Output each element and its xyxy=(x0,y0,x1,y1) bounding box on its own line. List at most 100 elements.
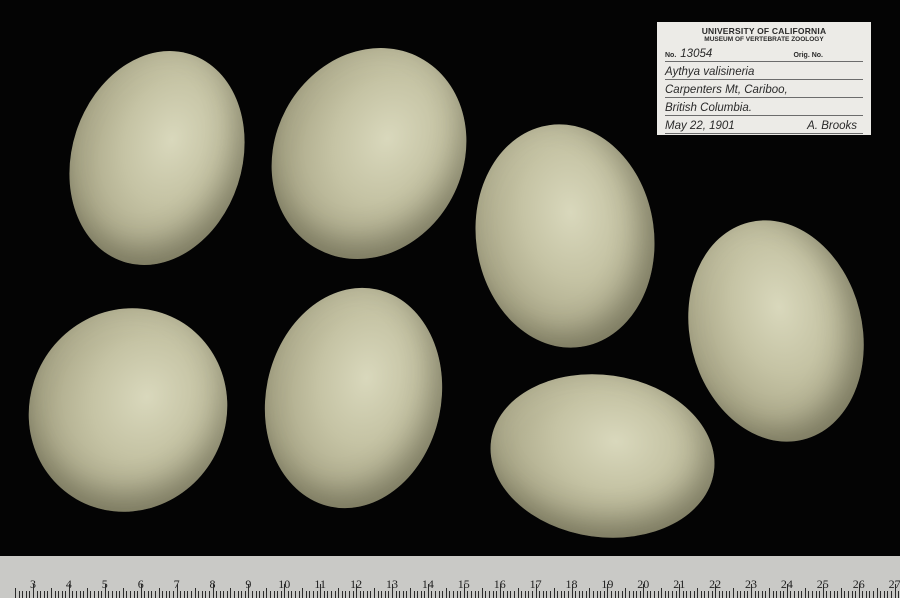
ruler-tick xyxy=(219,591,221,598)
ruler-tick xyxy=(298,591,300,598)
ruler-tick xyxy=(564,591,566,598)
ruler-tick xyxy=(409,588,411,598)
ruler-tick xyxy=(815,591,817,598)
ruler-tick xyxy=(503,591,505,598)
ruler-tick xyxy=(876,588,878,598)
ruler-tick xyxy=(844,591,846,598)
ruler-tick xyxy=(521,591,523,598)
ruler-tick xyxy=(251,591,253,598)
ruler-tick xyxy=(460,591,462,598)
ruler-tick xyxy=(445,588,447,598)
ruler-tick xyxy=(743,591,745,598)
ruler-tick xyxy=(277,591,279,598)
ruler-tick xyxy=(147,591,149,598)
ruler-tick xyxy=(58,591,60,598)
ruler-tick xyxy=(316,591,318,598)
ruler-tick xyxy=(567,591,569,598)
ruler-tick xyxy=(740,591,742,598)
ruler-tick xyxy=(129,591,131,598)
ruler-tick xyxy=(122,588,124,598)
ruler-tick xyxy=(865,591,867,598)
ruler-tick xyxy=(808,591,810,598)
ruler-tick xyxy=(165,591,167,598)
date-row: May 22, 1901 A. Brooks xyxy=(665,116,863,134)
ruler-tick xyxy=(751,584,752,598)
ruler-tick xyxy=(374,588,376,598)
ruler-tick xyxy=(223,591,225,598)
ruler-tick xyxy=(851,591,853,598)
ruler-tick xyxy=(481,588,483,598)
ruler-tick xyxy=(40,591,42,598)
locality-line2: British Columbia. xyxy=(665,102,752,114)
ruler-tick xyxy=(104,584,106,598)
ruler-tick xyxy=(90,591,92,598)
ruler-tick xyxy=(15,588,17,598)
ruler-tick xyxy=(234,591,236,598)
ruler-tick xyxy=(840,588,842,598)
ruler-tick xyxy=(643,584,645,598)
ruler-tick xyxy=(72,591,74,598)
collector-name: A. Brooks xyxy=(807,120,857,132)
ruler-tick xyxy=(549,591,551,598)
ruler-tick xyxy=(697,588,699,598)
ruler-tick xyxy=(492,591,494,598)
ruler-tick xyxy=(704,591,706,598)
ruler-tick xyxy=(470,591,472,598)
ruler-tick xyxy=(664,591,666,598)
ruler-tick xyxy=(309,591,311,598)
ruler-tick xyxy=(291,591,293,598)
ruler-tick xyxy=(535,584,537,598)
institution-name: UNIVERSITY OF CALIFORNIA xyxy=(701,26,827,36)
ruler-tick xyxy=(456,591,458,598)
museum-name: MUSEUM OF VERTEBRATE ZOOLOGY xyxy=(704,36,824,43)
ruler-tick xyxy=(273,591,275,598)
ruler-tick xyxy=(431,591,433,598)
ruler-tick xyxy=(736,591,738,598)
ruler-tick xyxy=(402,591,404,598)
ruler-tick xyxy=(488,591,490,598)
ruler-tick xyxy=(356,584,358,598)
ruler-tick xyxy=(137,591,139,598)
ruler-tick xyxy=(880,591,882,598)
ruler-tick xyxy=(779,591,781,598)
ruler-tick xyxy=(348,591,350,598)
species-name: Aythya valisineria xyxy=(665,66,755,78)
ruler-tick xyxy=(208,591,210,598)
ruler-tick xyxy=(812,591,814,598)
ruler-tick xyxy=(226,591,228,598)
ruler-tick xyxy=(392,584,393,598)
ruler-tick xyxy=(47,591,49,598)
ruler-tick xyxy=(287,591,289,598)
ruler-tick xyxy=(560,591,562,598)
ruler-tick xyxy=(180,591,182,598)
ruler-tick xyxy=(133,591,135,598)
ruler-tick xyxy=(862,591,864,598)
ruler-tick xyxy=(262,591,264,598)
ruler-tick xyxy=(269,591,271,598)
ruler-tick xyxy=(585,591,587,598)
ruler-tick xyxy=(797,591,799,598)
ruler-tick xyxy=(847,591,849,598)
ruler-tick xyxy=(506,591,508,598)
ruler-tick xyxy=(417,591,419,598)
ruler-tick xyxy=(266,588,268,598)
ruler-tick xyxy=(700,591,702,598)
ruler-tick xyxy=(826,591,828,598)
ruler-tick xyxy=(420,591,422,598)
ruler-tick xyxy=(359,591,361,598)
ruler-tick xyxy=(636,591,638,598)
ruler-tick xyxy=(557,591,559,598)
ruler-tick xyxy=(661,588,663,598)
ruler-tick xyxy=(65,591,67,598)
ruler-tick xyxy=(632,591,634,598)
egg xyxy=(479,360,726,552)
ruler-tick xyxy=(833,591,835,598)
ruler-tick xyxy=(435,591,437,598)
ruler-tick xyxy=(119,591,121,598)
ruler-tick xyxy=(205,591,207,598)
ruler-tick xyxy=(427,584,429,598)
ruler-tick xyxy=(747,591,749,598)
ruler-tick xyxy=(686,591,688,598)
ruler-tick xyxy=(646,591,648,598)
ruler-tick xyxy=(284,584,286,598)
